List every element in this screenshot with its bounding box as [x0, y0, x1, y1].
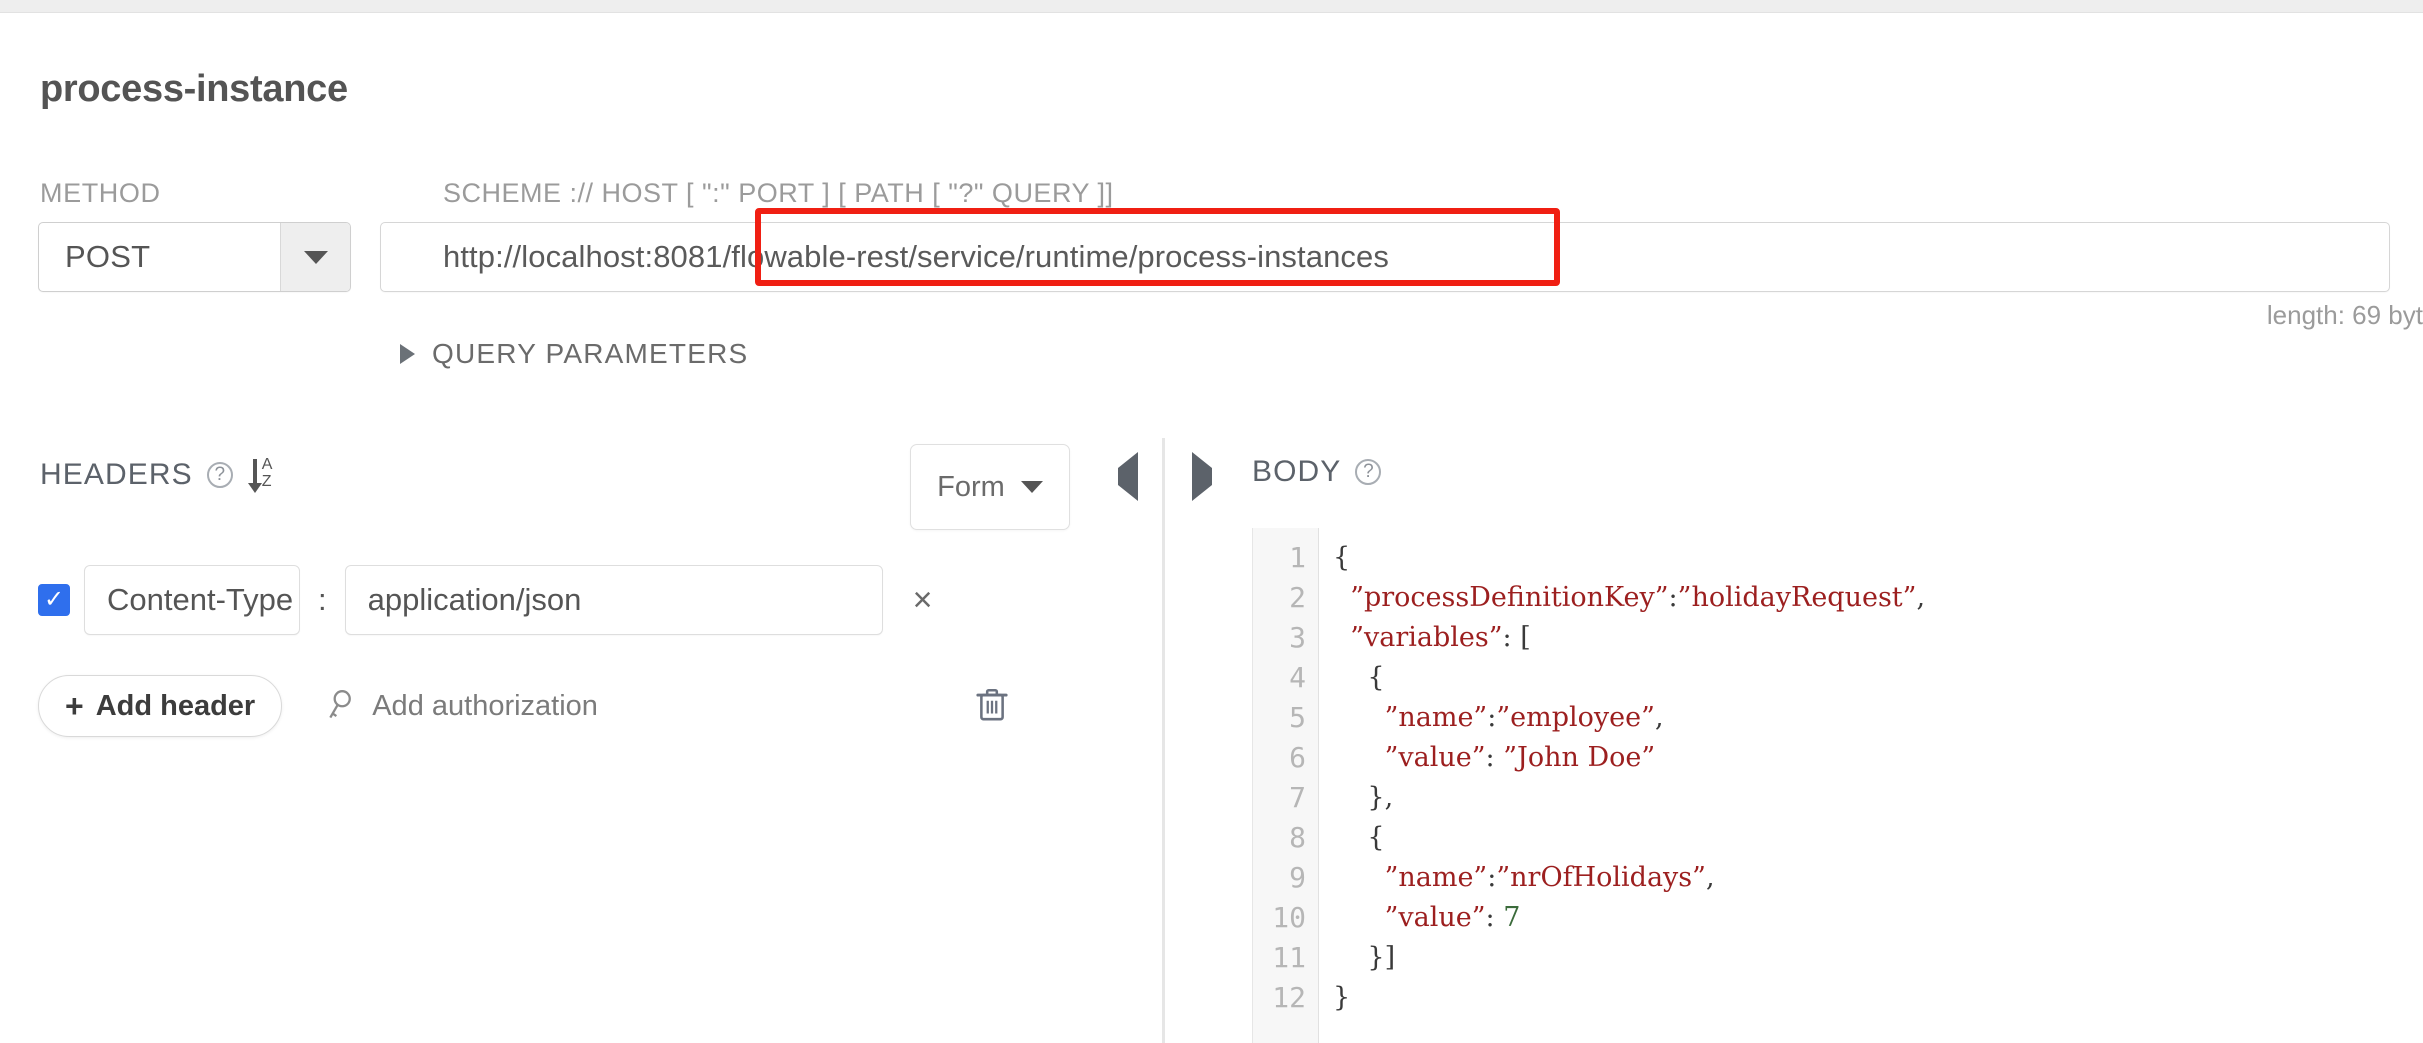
headers-title: HEADERS	[40, 458, 193, 491]
add-authorization-label: Add authorization	[372, 689, 598, 722]
editor-line-number: 1	[1289, 541, 1306, 574]
editor-line-number: 10	[1272, 901, 1306, 934]
http-method-value: POST	[65, 239, 151, 274]
editor-code-content[interactable]: { ”processDefinitionKey”:”holidayRequest…	[1319, 528, 2423, 1043]
header-value-input[interactable]: application/json	[344, 565, 883, 635]
panel-divider	[1162, 438, 1165, 1043]
triangle-right-icon	[1192, 452, 1212, 501]
header-name-value: Content-Type	[107, 582, 294, 617]
editor-line-number: 3	[1289, 621, 1306, 654]
editor-code-line: {	[1367, 662, 1385, 693]
editor-code-line: ”value”: ”John Doe”	[1384, 742, 1656, 773]
header-name-input[interactable]: Content-Type	[84, 565, 300, 635]
query-parameters-toggle[interactable]: QUERY PARAMETERS	[400, 338, 748, 370]
header-separator: :	[318, 582, 327, 617]
url-input-value: http://localhost:8081/flowable-rest/serv…	[443, 239, 1389, 274]
page-title: process-instance	[40, 68, 348, 110]
add-header-label: Add header	[95, 689, 256, 722]
triangle-right-icon	[400, 344, 415, 364]
editor-code-line: ”variables”: [	[1350, 622, 1531, 653]
sort-alpha-ascending-icon[interactable]: AZ	[247, 455, 279, 495]
editor-code-line: }]	[1367, 942, 1396, 973]
expand-body-panel-button[interactable]	[1192, 452, 1212, 501]
delete-all-headers-button[interactable]	[975, 686, 1009, 729]
query-parameters-label: QUERY PARAMETERS	[432, 338, 749, 369]
remove-header-button[interactable]: ×	[913, 583, 933, 617]
header-enabled-checkbox[interactable]: ✓	[38, 584, 70, 616]
add-header-button[interactable]: + Add header	[38, 675, 283, 737]
url-input[interactable]: http://localhost:8081/flowable-rest/serv…	[380, 222, 2390, 292]
add-authorization-button[interactable]: Add authorization	[326, 689, 598, 723]
editor-code-line: {	[1333, 542, 1351, 573]
editor-line-number: 4	[1289, 661, 1306, 694]
headers-view-mode-value: Form	[937, 470, 1005, 503]
editor-code-line: },	[1367, 782, 1394, 813]
headers-section-header: HEADERS ? AZ	[40, 455, 279, 495]
editor-line-number: 8	[1289, 821, 1306, 854]
triangle-left-icon	[1118, 452, 1138, 501]
editor-code-line: }	[1333, 982, 1351, 1013]
http-method-select[interactable]: POST	[38, 222, 351, 292]
help-circle-icon[interactable]: ?	[206, 462, 233, 488]
request-builder-page: process-instance METHOD SCHEME :// HOST …	[0, 0, 2423, 1043]
editor-code-line: ”name”:”nrOfHolidays”,	[1384, 862, 1715, 893]
editor-code-line: {	[1367, 822, 1385, 853]
editor-line-number: 12	[1272, 981, 1306, 1014]
editor-line-number: 7	[1289, 781, 1306, 814]
editor-line-number: 11	[1272, 941, 1306, 974]
method-label: METHOD	[40, 178, 161, 208]
editor-line-numbers: 1 2 3 4 5 6 7 8 9 10 11 12	[1253, 528, 1319, 1043]
headers-view-mode-button[interactable]: Form	[910, 444, 1070, 530]
editor-code-line: ”name”:”employee”,	[1384, 702, 1664, 733]
collapse-headers-panel-button[interactable]	[1118, 452, 1138, 501]
help-circle-icon[interactable]: ?	[1355, 459, 1382, 485]
body-title: BODY	[1252, 455, 1342, 488]
editor-code-line: ”value”: 7	[1384, 902, 1521, 933]
http-method-caret[interactable]	[280, 223, 350, 291]
headers-actions-row: + Add header Add authorization	[38, 675, 598, 737]
body-code-editor[interactable]: 1 2 3 4 5 6 7 8 9 10 11 12 { ”processDefinitionKey”…	[1252, 528, 2423, 1043]
editor-line-number: 6	[1289, 741, 1306, 774]
chevron-down-icon	[303, 250, 328, 264]
url-length-note: length: 69 byt	[2266, 300, 2423, 330]
editor-line-number: 2	[1289, 581, 1306, 614]
window-top-band	[0, 0, 2423, 13]
editor-line-number: 5	[1289, 701, 1306, 734]
key-icon	[329, 690, 352, 719]
url-format-label: SCHEME :// HOST [ ":" PORT ] [ PATH [ "?…	[443, 178, 1114, 208]
editor-code-line: ”processDefinitionKey”:”holidayRequest”,	[1350, 582, 1926, 613]
body-section-header: BODY ?	[1252, 455, 1382, 489]
header-value-text: application/json	[367, 582, 582, 617]
trash-icon	[976, 688, 1008, 721]
editor-line-number: 9	[1289, 861, 1306, 894]
chevron-down-icon	[1020, 481, 1043, 493]
plus-icon: +	[65, 688, 84, 724]
table-row: ✓ Content-Type : application/json ×	[38, 565, 932, 635]
